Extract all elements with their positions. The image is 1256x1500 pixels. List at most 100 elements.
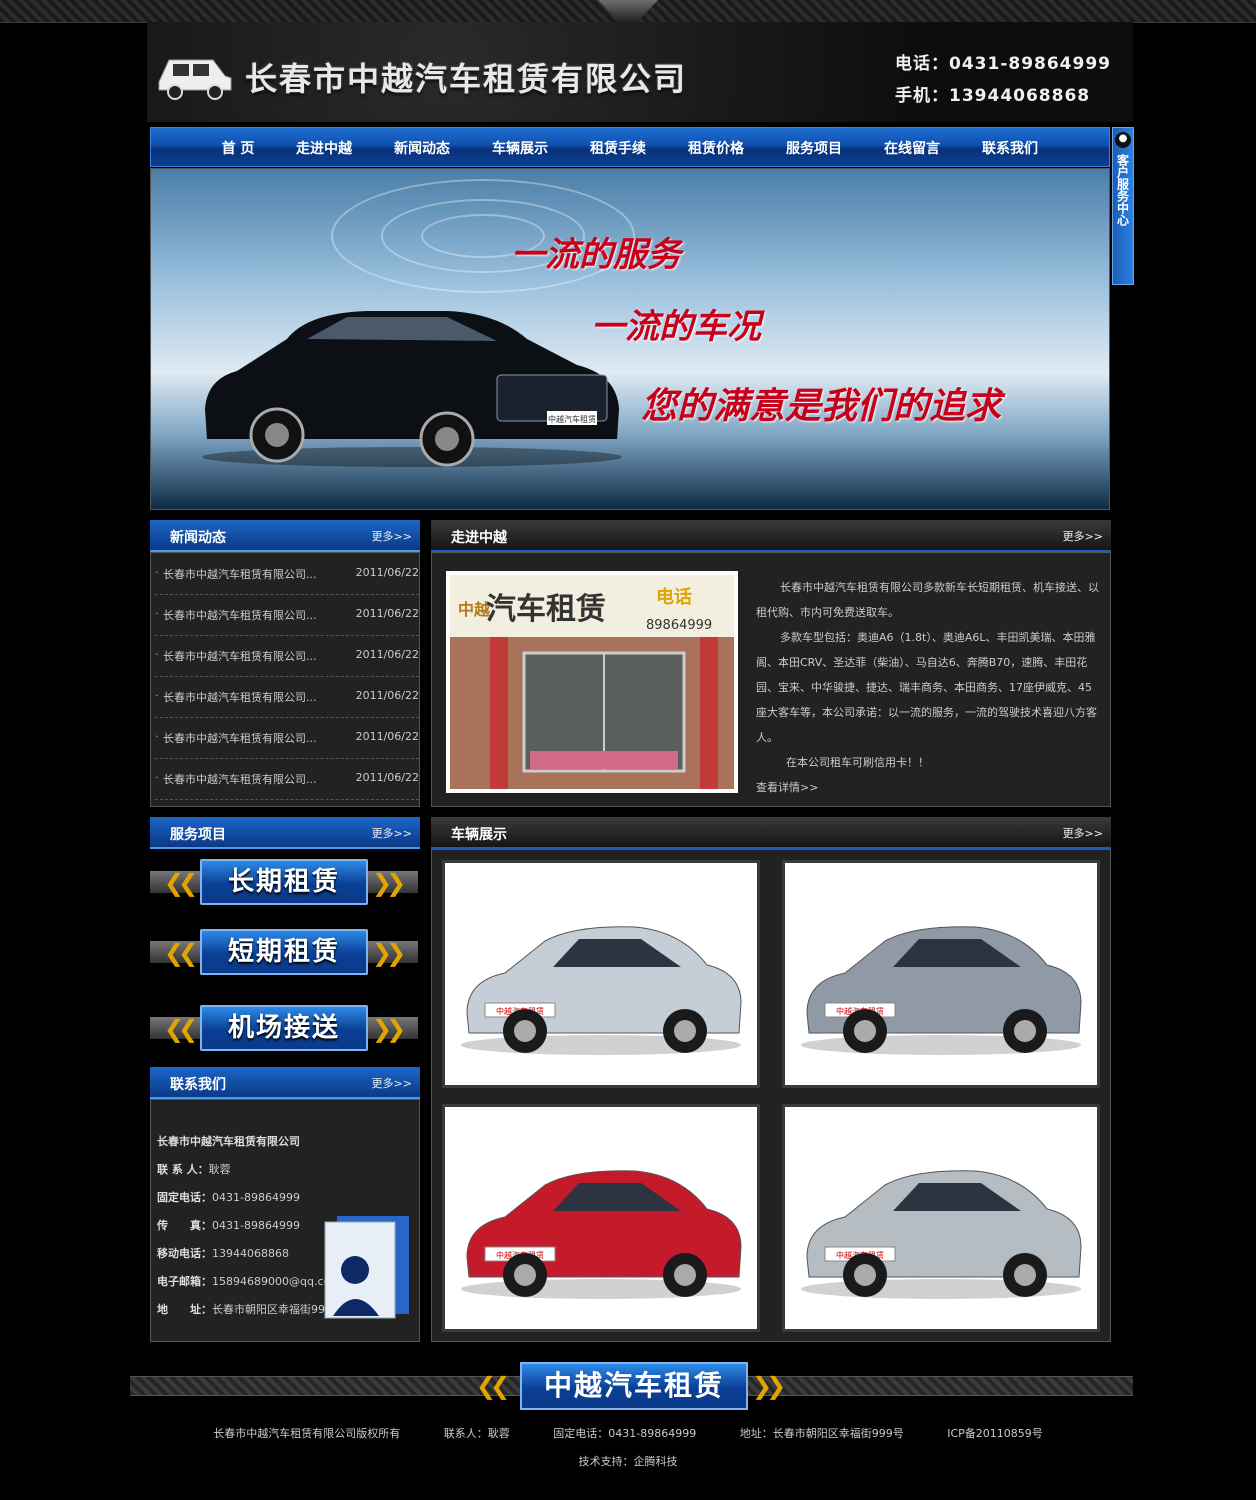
car-hub <box>514 1264 536 1286</box>
about-panel-body: 中越 汽车租赁 电话 89864999 长春市中越汽车租赁有限公司多款新车长短期… <box>431 552 1111 807</box>
contact-company: 长春市中越汽车租赁有限公司 <box>157 1133 300 1149</box>
car-hub <box>674 1020 696 1042</box>
about-detail-link[interactable]: 查看详情>> <box>756 775 1100 800</box>
nav-news[interactable]: 新闻动态 <box>373 138 471 158</box>
vehicle-card[interactable]: 中越汽车租赁 <box>442 1104 760 1332</box>
contact-tel: 0431-89864999 <box>212 1191 300 1204</box>
contact-more-link[interactable]: 更多>> <box>372 1075 412 1091</box>
customer-service-tab[interactable]: 客户服务中心 <box>1112 127 1134 285</box>
vehicles-more-link[interactable]: 更多>> <box>1063 825 1103 841</box>
services-list: ❮❮ ❯❯ 长期租赁 ❮❮ ❯❯ 短期租赁 ❮❮ ❯❯ 机场接送 <box>150 857 420 1067</box>
contact-tel-label: 固定电话： <box>157 1191 212 1204</box>
news-item-date: 2011/06/22 <box>355 648 419 661</box>
nav-vehicles[interactable]: 车辆展示 <box>471 138 569 158</box>
main-nav: 首 页 走进中越 新闻动态 车辆展示 租赁手续 租赁价格 服务项目 在线留言 联… <box>150 127 1110 167</box>
left-arrows-icon: ❮❮ <box>164 939 198 967</box>
contact-person: 耿蓉 <box>208 1163 231 1176</box>
footer-contact: 联系人：耿蓉 <box>443 1427 510 1440</box>
vehicle-card[interactable]: 中越汽车租赁 <box>782 860 1100 1088</box>
header-contact: 电话：0431-89864999 手机：13944068868 <box>895 48 1111 112</box>
contact-panel-title: 联系我们 <box>170 1077 226 1093</box>
company-title: 长春市中越汽车租赁有限公司 <box>245 60 688 98</box>
contact-card-icon <box>324 1216 409 1319</box>
news-panel-body: · 长春市中越汽车租赁有限公司... 2011/06/22 · 长春市中越汽车租… <box>150 552 420 807</box>
vehicle-image: 中越汽车租赁 <box>461 926 742 1055</box>
nav-home[interactable]: 首 页 <box>201 138 275 158</box>
contact-fax-label: 传 真： <box>157 1219 212 1232</box>
car-hub <box>674 1264 696 1286</box>
service-label: 长期租赁 <box>200 859 368 905</box>
contact-panel-header: 联系我们 更多>> <box>150 1067 420 1099</box>
qq-icon <box>1115 132 1131 148</box>
banner-car-image: 中越汽车租赁 <box>202 311 622 467</box>
nav-procedures[interactable]: 租赁手续 <box>569 138 667 158</box>
vehicles-panel-header: 车辆展示 更多>> <box>431 817 1111 849</box>
contact-person-label: 联 系 人： <box>157 1163 209 1176</box>
nav-prices[interactable]: 租赁价格 <box>667 138 765 158</box>
vehicle-image: 中越汽车租赁 <box>801 1170 1082 1299</box>
news-item[interactable]: · 长春市中越汽车租赁有限公司... 2011/06/22 <box>155 553 419 595</box>
services-panel-header: 服务项目 更多>> <box>150 817 420 849</box>
bullet-icon: · <box>155 771 159 784</box>
contact-company-name: 长春市中越汽车租赁有限公司 <box>157 1135 300 1148</box>
news-panel-title: 新闻动态 <box>170 530 226 546</box>
left-arrows-icon: ❮❮ <box>476 1372 510 1400</box>
footer-tech-support: 技术支持：企腾科技 <box>578 1455 678 1468</box>
bullet-icon: · <box>155 648 159 661</box>
page-wrapper: 长春市中越汽车租赁有限公司 电话：0431-89864999 手机：139440… <box>147 22 1134 1342</box>
news-item-date: 2011/06/22 <box>355 730 419 743</box>
contact-mobile-label: 移动电话： <box>157 1247 212 1260</box>
about-text: 长春市中越汽车租赁有限公司多款新车长短期租赁、机车接送、以租代购、市内可免费送取… <box>756 575 1100 800</box>
news-item[interactable]: · 长春市中越汽车租赁有限公司... 2011/06/22 <box>155 676 419 718</box>
nav-message[interactable]: 在线留言 <box>863 138 961 158</box>
news-item-date: 2011/06/22 <box>355 607 419 620</box>
news-item[interactable]: · 长春市中越汽车租赁有限公司... 2011/06/22 <box>155 717 419 759</box>
nav-services[interactable]: 服务项目 <box>765 138 863 158</box>
news-item-date: 2011/06/22 <box>355 689 419 702</box>
vehicle-image: 中越汽车租赁 <box>801 926 1082 1055</box>
contact-email-label: 电子邮箱： <box>157 1275 212 1288</box>
storefront-image: 中越 汽车租赁 电话 89864999 <box>446 571 738 793</box>
car-logo-icon <box>158 59 232 100</box>
news-item[interactable]: · 长春市中越汽车租赁有限公司... 2011/06/22 <box>155 758 419 800</box>
contact-fax-row: 传 真：0431-89864999 <box>157 1217 300 1233</box>
vehicles-panel-body: 中越汽车租赁 中越汽车租赁 中越汽车租赁 中越汽车租赁 <box>431 849 1111 1342</box>
footer-tel: 固定电话：0431-89864999 <box>553 1427 697 1440</box>
bullet-icon: · <box>155 689 159 702</box>
footer-icp[interactable]: ICP备20110859号 <box>947 1427 1043 1440</box>
about-paragraph: 长春市中越汽车租赁有限公司多款新车长短期租赁、机车接送、以租代购、市内可免费送取… <box>756 581 1099 619</box>
right-arrows-icon: ❯❯ <box>372 869 406 897</box>
news-more-link[interactable]: 更多>> <box>372 528 412 544</box>
footer-support: 技术支持：企腾科技 <box>0 1453 1256 1469</box>
news-item-date: 2011/06/22 <box>355 771 419 784</box>
contact-address-row: 地 址：长春市朝阳区幸福街999号 <box>157 1301 343 1317</box>
services-more-link[interactable]: 更多>> <box>372 825 412 841</box>
footer-copyright: 长春市中越汽车租赁有限公司版权所有 <box>213 1427 401 1440</box>
service-label: 机场接送 <box>200 1005 368 1051</box>
news-item-title: 长春市中越汽车租赁有限公司... <box>163 691 317 704</box>
news-item-title: 长春市中越汽车租赁有限公司... <box>163 650 317 663</box>
about-panel-title: 走进中越 <box>451 530 507 546</box>
contact-mobile: 13944068868 <box>212 1247 289 1260</box>
news-item-title: 长春市中越汽车租赁有限公司... <box>163 732 317 745</box>
service-long-term-button[interactable]: ❮❮ ❯❯ 长期租赁 <box>150 857 418 909</box>
bullet-icon: · <box>155 607 159 620</box>
vehicles-panel-title: 车辆展示 <box>451 827 507 843</box>
vehicle-card[interactable]: 中越汽车租赁 <box>782 1104 1100 1332</box>
news-item[interactable]: · 长春市中越汽车租赁有限公司... 2011/06/22 <box>155 635 419 677</box>
nav-about[interactable]: 走进中越 <box>275 138 373 158</box>
service-label: 短期租赁 <box>200 929 368 975</box>
banner-slogan-condition: 一流的车况 <box>591 307 761 347</box>
news-item[interactable]: · 长春市中越汽车租赁有限公司... 2011/06/22 <box>155 594 419 636</box>
right-arrows-icon: ❯❯ <box>372 1015 406 1043</box>
news-item-title: 长春市中越汽车租赁有限公司... <box>163 568 317 581</box>
nav-contact[interactable]: 联系我们 <box>961 138 1059 158</box>
service-airport-button[interactable]: ❮❮ ❯❯ 机场接送 <box>150 1003 418 1055</box>
about-paragraph: 多款车型包括：奥迪A6（1.8t）、奥迪A6L、丰田凯美瑞、本田雅阁、本田CRV… <box>756 631 1097 744</box>
service-short-term-button[interactable]: ❮❮ ❯❯ 短期租赁 <box>150 927 418 979</box>
car-hub <box>1014 1264 1036 1286</box>
vehicle-card[interactable]: 中越汽车租赁 <box>442 860 760 1088</box>
sign-tel-label: 电话 <box>656 586 692 608</box>
bullet-icon: · <box>155 730 159 743</box>
about-more-link[interactable]: 更多>> <box>1063 528 1103 544</box>
